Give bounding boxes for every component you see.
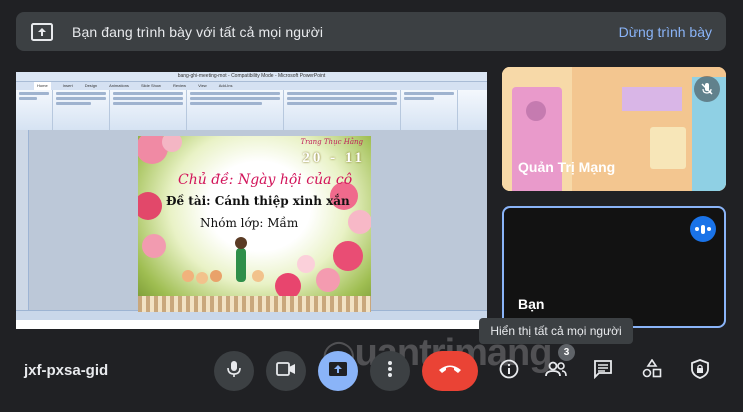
participant-name: Bạn	[518, 296, 545, 312]
present-to-all-icon	[30, 20, 54, 44]
ppt-tab: Slide Show	[140, 83, 161, 88]
meeting-code: jxf-pxsa-gid	[24, 362, 109, 379]
ppt-tab: Animations	[109, 83, 129, 88]
mic-icon	[226, 360, 242, 383]
mic-off-icon	[694, 76, 720, 102]
presenting-banner: Bạn đang trình bày với tất cả mọi người …	[16, 12, 726, 51]
slide-date: 20 - 11	[302, 150, 365, 166]
participant-name: Quản Trị Mạng	[518, 159, 616, 175]
people-count-badge: 3	[558, 344, 575, 361]
meeting-details-button[interactable]	[492, 354, 526, 388]
participant-tile-self[interactable]: Bạn	[502, 206, 726, 328]
ribbon-group	[110, 90, 187, 130]
slide-preview: Trang Thục Hằng 20 - 11 Chủ đề: Ngày hội…	[138, 136, 371, 312]
ppt-tab: Review	[172, 83, 187, 88]
activities-icon	[642, 358, 662, 384]
activities-button[interactable]	[635, 354, 669, 388]
slide-topic: Chủ đề: Ngày hội của cô	[178, 172, 353, 188]
speaking-indicator-icon	[690, 216, 716, 242]
ribbon-group	[401, 90, 458, 130]
leave-call-button[interactable]	[422, 351, 478, 391]
presenting-message: Bạn đang trình bày với tất cả mọi người	[72, 23, 324, 40]
camera-button[interactable]	[266, 351, 306, 391]
ppt-tab: Home	[34, 82, 51, 90]
present-icon	[328, 361, 348, 382]
camera-icon	[276, 361, 296, 381]
chat-button[interactable]	[586, 354, 620, 388]
ppt-title-bar: bang-ghi-meeting-mot - Compatibility Mod…	[16, 72, 487, 82]
stop-presenting-button[interactable]: Dừng trình bày	[619, 24, 712, 40]
slide-fence	[138, 296, 371, 312]
ribbon-group	[187, 90, 284, 130]
ribbon-group	[53, 90, 110, 130]
slide-class: Nhóm lớp: Mầm	[200, 216, 299, 230]
info-icon	[499, 359, 519, 384]
more-icon	[387, 360, 393, 383]
ppt-tab: View	[198, 83, 207, 88]
hangup-icon	[438, 362, 462, 380]
people-icon	[545, 361, 567, 382]
ppt-ribbon	[16, 90, 487, 131]
mic-button[interactable]	[214, 351, 254, 391]
ppt-tab: Insert	[62, 83, 73, 88]
slide-subject: Đề tài: Cánh thiệp xinh xắn	[166, 194, 350, 208]
chat-icon	[593, 359, 613, 384]
ppt-slide-panel	[16, 130, 29, 320]
participant-tile[interactable]: Quản Trị Mạng	[502, 67, 726, 191]
present-button[interactable]	[318, 351, 358, 391]
slide-caption: Trang Thục Hằng	[300, 138, 363, 146]
more-options-button[interactable]	[370, 351, 410, 391]
ppt-ribbon-tabs: Home Insert Design Animations Slide Show…	[16, 82, 487, 90]
ribbon-group	[284, 90, 401, 130]
tooltip: Hiển thị tất cả mọi người	[479, 318, 633, 344]
host-controls-icon	[691, 358, 709, 384]
ppt-tab: Design	[84, 83, 98, 88]
shared-screen: bang-ghi-meeting-mot - Compatibility Mod…	[16, 72, 487, 329]
host-controls-button[interactable]	[683, 354, 717, 388]
ppt-tab: Add-Ins	[218, 83, 233, 88]
ribbon-group	[16, 90, 53, 130]
